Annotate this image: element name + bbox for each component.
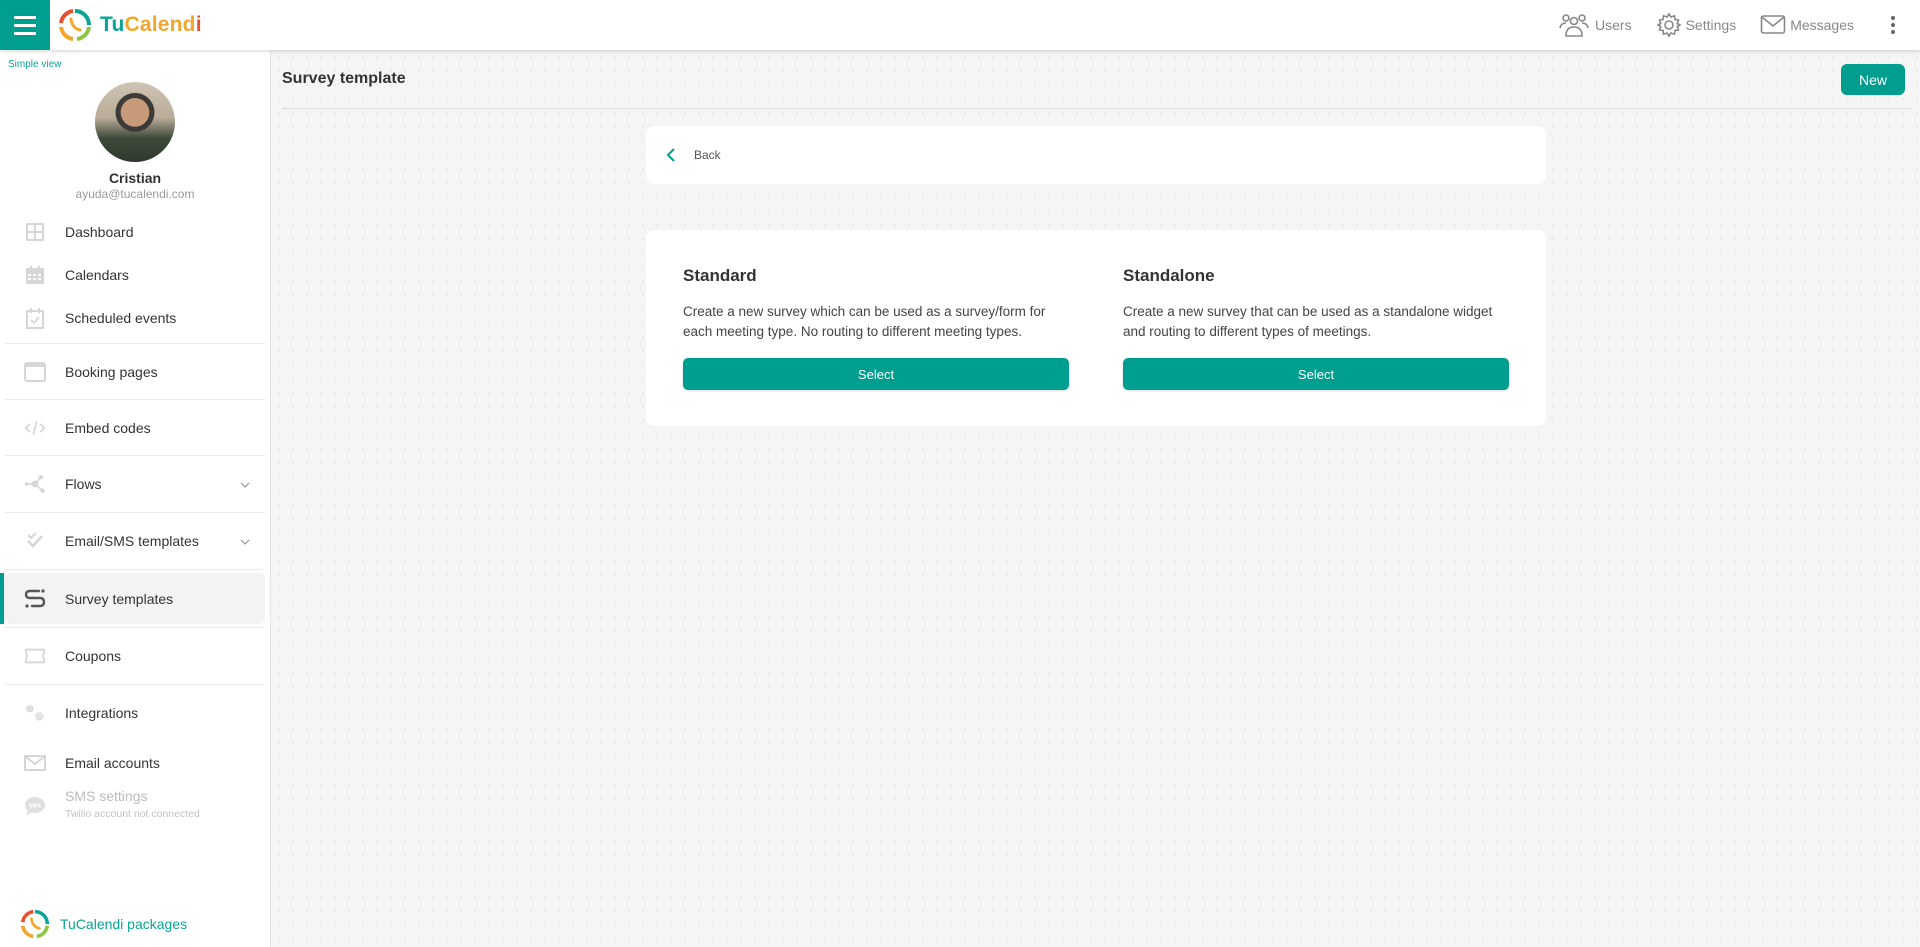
sidebar-item-email-sms-templates[interactable]: Email/SMS templates (0, 513, 270, 569)
tucalendi-logo-icon (20, 909, 50, 939)
top-bar: TuCalendi Users Settings Messages (0, 0, 1920, 50)
double-check-icon (24, 530, 46, 552)
sidebar-item-integrations[interactable]: Integrations (0, 685, 270, 741)
sidebar-item-label: Booking pages (65, 363, 158, 380)
user-profile: Cristian ayuda@tucalendi.com (0, 82, 270, 201)
sidebar-item-label: Scheduled events (65, 309, 177, 326)
sidebar-item-label: Dashboard (65, 223, 134, 240)
sidebar-nav: Dashboard Calendars Scheduled events Boo… (0, 210, 270, 828)
sidebar-item-label: Coupons (65, 648, 122, 664)
sidebar-item-label: Email accounts (65, 754, 160, 771)
svg-text:SMS: SMS (29, 804, 41, 810)
sms-settings-status: Twilio account not connected (65, 808, 200, 820)
option-title: Standalone (1123, 266, 1215, 285)
hamburger-menu-button[interactable] (0, 0, 50, 50)
tucalendi-packages-link[interactable]: TuCalendi packages (20, 909, 187, 939)
profile-email: ayuda@tucalendi.com (75, 187, 195, 201)
sidebar-item-booking-pages[interactable]: Booking pages (0, 344, 270, 399)
survey-icon (24, 588, 46, 610)
gear-icon (1655, 12, 1682, 38)
kebab-dot (1891, 23, 1895, 27)
new-button[interactable]: New (1841, 64, 1905, 95)
sidebar-item-label: Integrations (65, 705, 139, 721)
kebab-dot (1891, 30, 1895, 34)
sidebar-item-scheduled-events[interactable]: Scheduled events (0, 296, 270, 339)
sidebar-item-survey-templates[interactable]: Survey templates (0, 570, 270, 627)
calendar-icon (24, 264, 46, 286)
brand-logo-link[interactable]: TuCalendi (58, 8, 202, 42)
chevron-down-icon[interactable] (240, 475, 250, 493)
sidebar-item-label: Calendars (65, 266, 129, 283)
code-icon (24, 417, 46, 439)
dashboard-icon (24, 221, 46, 243)
hamburger-icon (14, 15, 36, 19)
title-divider (282, 108, 1912, 109)
active-item-indicator (0, 573, 4, 624)
option-description: Create a new survey which can be used as… (683, 304, 1046, 339)
settings-label: Settings (1685, 17, 1737, 33)
users-icon (1559, 14, 1589, 37)
ticket-icon (24, 645, 46, 667)
select-standalone-button[interactable]: Select (1123, 358, 1509, 390)
users-label: Users (1595, 17, 1632, 33)
hamburger-icon-line (14, 23, 36, 27)
brand-name-tu: Tu (100, 13, 125, 36)
settings-link[interactable]: Settings (1655, 12, 1737, 38)
sidebar-item-flows[interactable]: Flows (0, 456, 270, 512)
sidebar-item-coupons[interactable]: Coupons (0, 628, 270, 684)
select-standard-button[interactable]: Select (683, 358, 1069, 390)
packages-label: TuCalendi packages (60, 916, 188, 932)
sidebar-item-label: Embed codes (65, 419, 151, 436)
top-actions: Users Settings Messages (1557, 0, 1920, 50)
option-description: Create a new survey that can be used as … (1123, 304, 1493, 339)
brand-name-calend: Calend (124, 13, 196, 36)
page-title: Survey template (282, 70, 406, 87)
chevron-left-icon (666, 148, 675, 162)
browser-window-icon (24, 361, 46, 383)
kebab-menu-icon (1891, 16, 1895, 20)
sidebar-item-label: Email/SMS templates (65, 533, 199, 549)
messages-label: Messages (1790, 17, 1854, 33)
back-label: Back (694, 148, 721, 162)
sidebar-item-embed-codes[interactable]: Embed codes (0, 400, 270, 455)
sidebar-item-email-accounts[interactable]: Email accounts (0, 741, 270, 784)
calendar-check-icon (24, 307, 46, 329)
messages-link[interactable]: Messages (1760, 14, 1854, 36)
tucalendi-logo-icon (59, 9, 91, 41)
sidebar-item-label: SMS settings (65, 788, 148, 804)
flows-icon (24, 473, 46, 495)
sidebar-item-calendars[interactable]: Calendars (0, 253, 270, 296)
survey-type-options: Standard Create a new survey which can b… (646, 230, 1546, 426)
option-standard: Standard Create a new survey which can b… (683, 266, 1069, 390)
profile-name: Cristian (108, 170, 162, 186)
hamburger-icon-line (14, 31, 36, 35)
simple-view-link[interactable]: Simple view (8, 59, 61, 70)
sidebar: Simple view Cristian ayuda@tucalendi.com… (0, 50, 271, 947)
avatar[interactable] (95, 82, 175, 162)
brand-name: TuCalendi (100, 13, 202, 37)
more-options-button[interactable] (1878, 16, 1908, 34)
sidebar-item-dashboard[interactable]: Dashboard (0, 210, 270, 253)
envelope-icon (24, 752, 46, 774)
chevron-down-icon[interactable] (240, 532, 250, 550)
brand-name-i: i (195, 13, 202, 36)
option-title: Standard (683, 266, 757, 285)
option-standalone: Standalone Create a new survey that can … (1123, 266, 1509, 390)
sidebar-item-sms-settings[interactable]: SMS SMS settings Twilio account not conn… (0, 784, 270, 828)
main-content: Survey template New Back Standard Create… (272, 50, 1920, 947)
users-link[interactable]: Users (1557, 12, 1632, 38)
envelope-icon (1760, 15, 1786, 34)
sidebar-item-label: Survey templates (65, 590, 174, 607)
sms-bubble-icon: SMS (24, 795, 46, 817)
sidebar-item-label: Flows (65, 476, 102, 492)
gears-icon (24, 702, 46, 724)
back-button[interactable]: Back (646, 126, 1546, 184)
